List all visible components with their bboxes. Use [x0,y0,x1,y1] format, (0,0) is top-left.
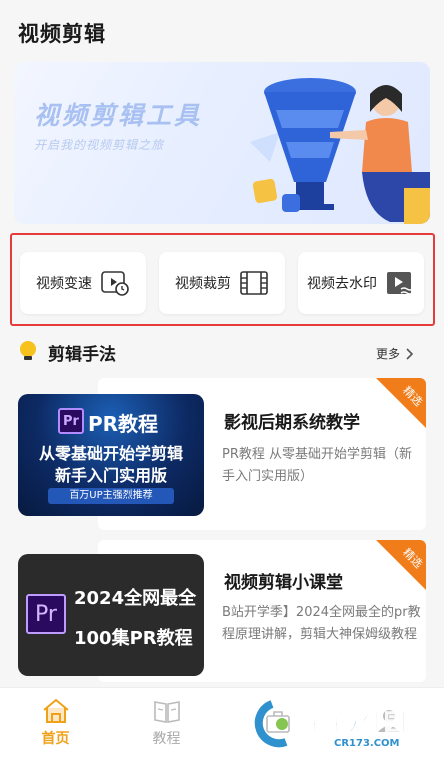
nav-label: 首页 [41,731,70,747]
course-title: 视频剪辑小课堂 [224,573,343,593]
page-title: 视频剪辑 [18,22,106,46]
tool-label: 视频变速 [36,276,92,292]
section-title: 剪辑手法 [48,345,116,365]
premiere-logo-icon: Pr [26,594,66,634]
course-thumbnail[interactable]: Pr PR教程 从零基础开始学剪辑 新手入门实用版 百万UP主强烈推荐 [18,394,204,516]
more-link[interactable]: 更多 [376,345,414,362]
course-thumbnail[interactable]: Pr 2024全网最全 100集PR教程 [18,554,204,676]
speed-icon [101,271,129,296]
thumb-line: 100集PR教程 [74,628,193,649]
site-watermark-logo: 西西软件园 CR173.COM [254,700,406,749]
tool-label: 视频去水印 [307,276,377,292]
course-title: 影视后期系统教学 [224,413,360,433]
thumb-line: 从零基础开始学剪辑 [38,444,183,463]
svg-text:CR173.COM: CR173.COM [334,738,400,749]
chevron-right-icon [406,347,414,360]
lightbulb-icon [20,341,36,360]
more-label: 更多 [375,347,400,361]
nav-tutorial[interactable]: 教程 [111,688,222,757]
featured-tag: 精选 [376,540,426,590]
banner-subtitle: 开启我的视频剪辑之旅 [34,138,165,152]
tool-video-speed[interactable]: 视频变速 [20,252,146,314]
svg-text:西西软件园: 西西软件园 [296,710,406,736]
thumb-badge: 百万UP主强烈推荐 [48,488,174,504]
premiere-logo-icon: Pr [58,408,84,434]
featured-tag: 精选 [376,378,426,428]
film-icon [240,271,268,295]
funnel-icon [264,78,356,210]
banner-title: 视频剪辑工具 [34,101,203,130]
course-description: B站开学季】2024全网最全的pr教程原理讲解，剪辑大神保姆级教程 [222,605,421,642]
thumb-line: 2024全网最全 [74,588,197,609]
book-icon [153,701,180,723]
promo-banner[interactable]: 视频剪辑工具 开启我的视频剪辑之旅 [14,62,430,224]
home-icon [42,698,69,723]
thumb-line: 新手入门实用版 [54,466,167,485]
thumb-title: PR教程 [88,412,159,436]
tool-label: 视频裁剪 [175,276,231,292]
watermark-remove-icon [387,272,414,295]
course-description: PR教程 从零基础开始学剪辑（新手入门实用版） [222,447,413,484]
nav-label: 教程 [152,731,181,747]
tool-video-crop[interactable]: 视频裁剪 [159,252,285,314]
nav-home[interactable]: 首页 [0,688,111,757]
banner-illustration [250,78,430,224]
tool-watermark-remove[interactable]: 视频去水印 [298,252,424,314]
